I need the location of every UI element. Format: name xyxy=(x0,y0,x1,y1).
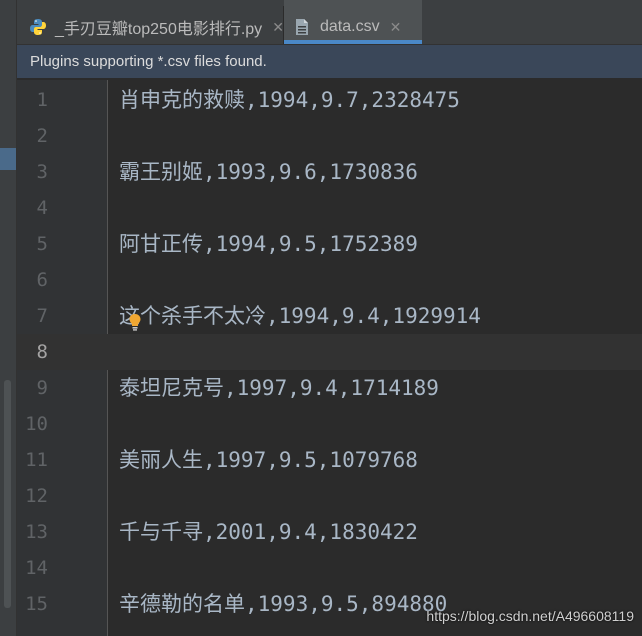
tool-window-marker[interactable] xyxy=(0,148,16,170)
line-number: 3 xyxy=(36,161,48,183)
tab-csv-file[interactable]: data.csv ✕ xyxy=(284,0,422,44)
editor-line[interactable]: 5 阿甘正传,1994,9.5,1752389 xyxy=(17,226,642,262)
line-text[interactable]: 霸王别姬,1993,9.6,1730836 xyxy=(119,154,418,190)
line-number: 11 xyxy=(25,449,48,471)
line-text[interactable]: 辛德勒的名单,1993,9.5,894880 xyxy=(119,586,447,622)
line-number: 4 xyxy=(36,197,48,219)
line-text[interactable]: 千与千寻,2001,9.4,1830422 xyxy=(119,514,418,550)
close-icon[interactable]: ✕ xyxy=(390,20,402,34)
editor-tab-bar: _手刃豆瓣top250电影排行.py ✕ data.csv ✕ xyxy=(17,0,642,45)
line-text[interactable]: 这个杀手不太冷,1994,9.4,1929914 xyxy=(119,298,481,334)
code-editor[interactable]: 1 肖申克的救赎,1994,9.7,2328475 2 3 霸王别姬,1993,9.6,… xyxy=(17,80,642,636)
tab-label: _手刃豆瓣top250电影排行.py xyxy=(55,21,263,38)
editor-line[interactable]: 7 这个杀手不太冷,1994,9.4,1929914 xyxy=(17,298,642,334)
line-number: 9 xyxy=(36,377,48,399)
editor-line[interactable]: 4 xyxy=(17,190,642,226)
editor-line[interactable]: 10 xyxy=(17,406,642,442)
editor-line[interactable]: 1 肖申克的救赎,1994,9.7,2328475 xyxy=(17,82,642,118)
python-file-icon xyxy=(29,18,47,36)
editor-line[interactable]: 3 霸王别姬,1993,9.6,1730836 xyxy=(17,154,642,190)
editor-line[interactable]: 12 xyxy=(17,478,642,514)
line-number: 13 xyxy=(25,521,48,543)
plugin-notification-banner[interactable]: Plugins supporting *.csv files found. xyxy=(17,45,642,79)
line-number: 2 xyxy=(36,125,48,147)
line-number: 15 xyxy=(25,593,48,615)
banner-text: Plugins supporting *.csv files found. xyxy=(30,53,267,70)
line-text[interactable]: 肖申克的救赎,1994,9.7,2328475 xyxy=(119,82,460,118)
line-number: 12 xyxy=(25,485,48,507)
line-number: 5 xyxy=(36,233,48,255)
csv-file-icon xyxy=(294,18,312,36)
line-text[interactable]: 泰坦尼克号,1997,9.4,1714189 xyxy=(119,370,439,406)
editor-line[interactable]: 14 xyxy=(17,550,642,586)
line-number: 8 xyxy=(36,341,48,363)
editor-line[interactable]: 2 xyxy=(17,118,642,154)
line-number: 6 xyxy=(36,269,48,291)
editor-line[interactable]: 11 美丽人生,1997,9.5,1079768 xyxy=(17,442,642,478)
ide-window: _手刃豆瓣top250电影排行.py ✕ data.csv ✕ Plugins … xyxy=(0,0,642,636)
editor-line[interactable]: 9 泰坦尼克号,1997,9.4,1714189 xyxy=(17,370,642,406)
line-number: 14 xyxy=(25,557,48,579)
line-number: 7 xyxy=(36,305,48,327)
editor-line[interactable]: 6 xyxy=(17,262,642,298)
scrollbar-thumb[interactable] xyxy=(4,380,11,608)
watermark: https://blog.csdn.net/A496608119 xyxy=(426,608,634,624)
tab-label: data.csv xyxy=(320,18,380,35)
editor-line[interactable]: 13 千与千寻,2001,9.4,1830422 xyxy=(17,514,642,550)
tab-python-file[interactable]: _手刃豆瓣top250电影排行.py ✕ xyxy=(17,0,284,44)
line-number: 1 xyxy=(36,89,48,111)
line-text[interactable]: 阿甘正传,1994,9.5,1752389 xyxy=(119,226,418,262)
line-text[interactable]: 美丽人生,1997,9.5,1079768 xyxy=(119,442,418,478)
lightbulb-icon[interactable] xyxy=(128,313,142,331)
tool-window-strip[interactable] xyxy=(0,0,17,636)
line-number: 10 xyxy=(25,413,48,435)
editor-line[interactable]: 8 xyxy=(17,334,642,370)
